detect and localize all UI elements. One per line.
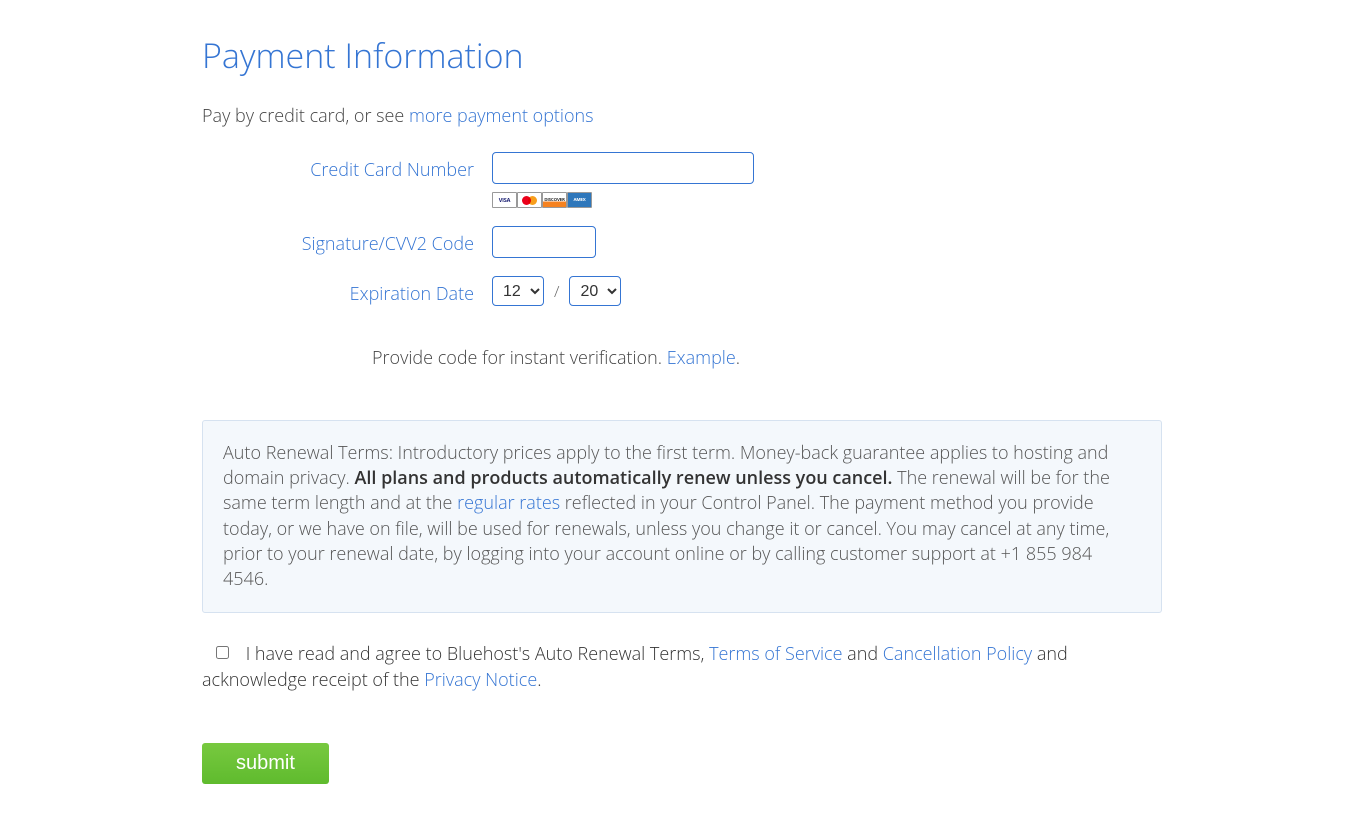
- expiration-year-select[interactable]: 20: [569, 276, 621, 306]
- cancellation-policy-link[interactable]: Cancellation Policy: [883, 642, 1032, 666]
- row-credit-card: Credit Card Number VISA DISCOVER AMEX: [202, 152, 1162, 208]
- discover-icon: DISCOVER: [542, 192, 567, 208]
- verify-text: Provide code for instant verification.: [372, 346, 667, 370]
- row-expiration: Expiration Date 12 / 20: [202, 276, 1162, 306]
- regular-rates-link[interactable]: regular rates: [457, 491, 560, 515]
- more-payment-options-link[interactable]: more payment options: [409, 104, 594, 128]
- cvv-label: Signature/CVV2 Code: [202, 226, 492, 256]
- terms-bold: All plans and products automatically ren…: [354, 466, 892, 490]
- card-brand-logos: VISA DISCOVER AMEX: [492, 192, 754, 208]
- agree-checkbox[interactable]: [216, 646, 229, 659]
- auto-renewal-terms-box: Auto Renewal Terms: Introductory prices …: [202, 420, 1162, 613]
- credit-card-input[interactable]: [492, 152, 754, 184]
- amex-icon: AMEX: [567, 192, 592, 208]
- cvv-input[interactable]: [492, 226, 596, 258]
- date-separator: /: [552, 280, 561, 302]
- expiration-month-select[interactable]: 12: [492, 276, 544, 306]
- intro-text: Pay by credit card, or see more payment …: [202, 104, 1162, 128]
- submit-button[interactable]: submit: [202, 743, 329, 784]
- agree-a: I have read and agree to Bluehost's Auto…: [246, 642, 709, 666]
- page-title: Payment Information: [202, 32, 1162, 78]
- credit-card-label: Credit Card Number: [202, 152, 492, 182]
- agree-b: and: [843, 642, 883, 666]
- example-link[interactable]: Example: [667, 346, 736, 370]
- verification-note: Provide code for instant verification. E…: [202, 346, 1162, 370]
- privacy-notice-link[interactable]: Privacy Notice: [424, 668, 537, 692]
- visa-icon: VISA: [492, 192, 517, 208]
- agree-d: .: [537, 668, 541, 692]
- agreement-row: I have read and agree to Bluehost's Auto…: [202, 641, 1162, 693]
- expiration-label: Expiration Date: [202, 276, 492, 306]
- verify-suffix: .: [736, 346, 740, 370]
- terms-of-service-link[interactable]: Terms of Service: [709, 642, 842, 666]
- intro-prefix: Pay by credit card, or see: [202, 104, 409, 128]
- mastercard-icon: [517, 192, 542, 208]
- row-cvv: Signature/CVV2 Code: [202, 226, 1162, 258]
